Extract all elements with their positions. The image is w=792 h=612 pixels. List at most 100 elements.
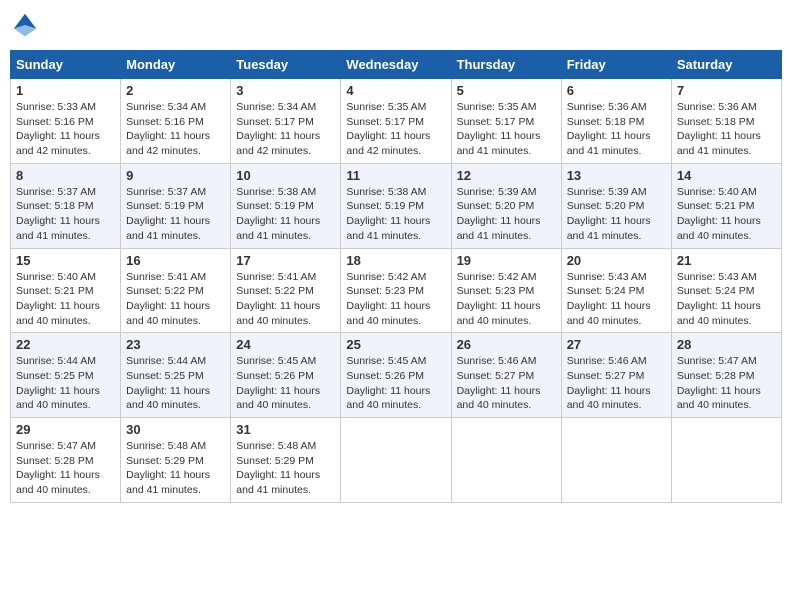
day-info: Sunrise: 5:39 AM Sunset: 5:20 PM Dayligh… <box>457 185 556 244</box>
calendar-cell: 20 Sunrise: 5:43 AM Sunset: 5:24 PM Dayl… <box>561 248 671 333</box>
calendar-week-4: 22 Sunrise: 5:44 AM Sunset: 5:25 PM Dayl… <box>11 333 782 418</box>
calendar-cell: 8 Sunrise: 5:37 AM Sunset: 5:18 PM Dayli… <box>11 163 121 248</box>
sunrise-label: Sunrise: 5:46 AM <box>567 355 647 367</box>
sunset-label: Sunset: 5:27 PM <box>567 370 645 382</box>
sunset-label: Sunset: 5:28 PM <box>677 370 755 382</box>
day-info: Sunrise: 5:40 AM Sunset: 5:21 PM Dayligh… <box>16 270 115 329</box>
daylight-label: Daylight: 11 hours and 41 minutes. <box>677 130 761 157</box>
day-number: 25 <box>346 337 445 352</box>
sunset-label: Sunset: 5:23 PM <box>346 285 424 297</box>
day-info: Sunrise: 5:45 AM Sunset: 5:26 PM Dayligh… <box>346 354 445 413</box>
calendar-cell: 31 Sunrise: 5:48 AM Sunset: 5:29 PM Dayl… <box>231 418 341 503</box>
daylight-label: Daylight: 11 hours and 42 minutes. <box>236 130 320 157</box>
calendar-cell: 5 Sunrise: 5:35 AM Sunset: 5:17 PM Dayli… <box>451 79 561 164</box>
day-info: Sunrise: 5:36 AM Sunset: 5:18 PM Dayligh… <box>567 100 666 159</box>
day-number: 16 <box>126 253 225 268</box>
day-info: Sunrise: 5:44 AM Sunset: 5:25 PM Dayligh… <box>16 354 115 413</box>
daylight-label: Daylight: 11 hours and 40 minutes. <box>126 300 210 327</box>
daylight-label: Daylight: 11 hours and 41 minutes. <box>346 215 430 242</box>
calendar-cell: 6 Sunrise: 5:36 AM Sunset: 5:18 PM Dayli… <box>561 79 671 164</box>
calendar-cell <box>341 418 451 503</box>
day-info: Sunrise: 5:44 AM Sunset: 5:25 PM Dayligh… <box>126 354 225 413</box>
daylight-label: Daylight: 11 hours and 40 minutes. <box>567 385 651 412</box>
day-number: 29 <box>16 422 115 437</box>
sunset-label: Sunset: 5:18 PM <box>567 116 645 128</box>
sunset-label: Sunset: 5:21 PM <box>16 285 94 297</box>
page-header <box>10 10 782 40</box>
daylight-label: Daylight: 11 hours and 42 minutes. <box>16 130 100 157</box>
calendar-cell: 10 Sunrise: 5:38 AM Sunset: 5:19 PM Dayl… <box>231 163 341 248</box>
calendar-cell: 24 Sunrise: 5:45 AM Sunset: 5:26 PM Dayl… <box>231 333 341 418</box>
day-number: 8 <box>16 168 115 183</box>
day-number: 11 <box>346 168 445 183</box>
day-info: Sunrise: 5:43 AM Sunset: 5:24 PM Dayligh… <box>677 270 776 329</box>
sunset-label: Sunset: 5:22 PM <box>126 285 204 297</box>
sunrise-label: Sunrise: 5:38 AM <box>346 186 426 198</box>
sunset-label: Sunset: 5:24 PM <box>567 285 645 297</box>
sunrise-label: Sunrise: 5:35 AM <box>457 101 537 113</box>
sunset-label: Sunset: 5:23 PM <box>457 285 535 297</box>
calendar-cell: 23 Sunrise: 5:44 AM Sunset: 5:25 PM Dayl… <box>121 333 231 418</box>
calendar-cell: 4 Sunrise: 5:35 AM Sunset: 5:17 PM Dayli… <box>341 79 451 164</box>
sunrise-label: Sunrise: 5:39 AM <box>457 186 537 198</box>
day-number: 22 <box>16 337 115 352</box>
day-number: 18 <box>346 253 445 268</box>
calendar-cell: 11 Sunrise: 5:38 AM Sunset: 5:19 PM Dayl… <box>341 163 451 248</box>
calendar-cell: 16 Sunrise: 5:41 AM Sunset: 5:22 PM Dayl… <box>121 248 231 333</box>
logo-icon <box>10 10 40 40</box>
day-number: 17 <box>236 253 335 268</box>
calendar-cell: 26 Sunrise: 5:46 AM Sunset: 5:27 PM Dayl… <box>451 333 561 418</box>
calendar-cell: 3 Sunrise: 5:34 AM Sunset: 5:17 PM Dayli… <box>231 79 341 164</box>
sunrise-label: Sunrise: 5:42 AM <box>457 271 537 283</box>
calendar-week-1: 1 Sunrise: 5:33 AM Sunset: 5:16 PM Dayli… <box>11 79 782 164</box>
calendar-cell: 2 Sunrise: 5:34 AM Sunset: 5:16 PM Dayli… <box>121 79 231 164</box>
day-number: 31 <box>236 422 335 437</box>
day-info: Sunrise: 5:37 AM Sunset: 5:19 PM Dayligh… <box>126 185 225 244</box>
day-number: 19 <box>457 253 556 268</box>
daylight-label: Daylight: 11 hours and 40 minutes. <box>16 385 100 412</box>
sunrise-label: Sunrise: 5:48 AM <box>126 440 206 452</box>
day-info: Sunrise: 5:34 AM Sunset: 5:17 PM Dayligh… <box>236 100 335 159</box>
day-info: Sunrise: 5:42 AM Sunset: 5:23 PM Dayligh… <box>346 270 445 329</box>
calendar-cell: 18 Sunrise: 5:42 AM Sunset: 5:23 PM Dayl… <box>341 248 451 333</box>
day-number: 30 <box>126 422 225 437</box>
day-number: 15 <box>16 253 115 268</box>
daylight-label: Daylight: 11 hours and 42 minutes. <box>346 130 430 157</box>
calendar-cell <box>561 418 671 503</box>
calendar-cell: 15 Sunrise: 5:40 AM Sunset: 5:21 PM Dayl… <box>11 248 121 333</box>
sunrise-label: Sunrise: 5:45 AM <box>236 355 316 367</box>
day-info: Sunrise: 5:45 AM Sunset: 5:26 PM Dayligh… <box>236 354 335 413</box>
calendar-cell: 1 Sunrise: 5:33 AM Sunset: 5:16 PM Dayli… <box>11 79 121 164</box>
calendar-cell: 19 Sunrise: 5:42 AM Sunset: 5:23 PM Dayl… <box>451 248 561 333</box>
sunset-label: Sunset: 5:19 PM <box>236 200 314 212</box>
sunrise-label: Sunrise: 5:40 AM <box>16 271 96 283</box>
calendar-cell: 25 Sunrise: 5:45 AM Sunset: 5:26 PM Dayl… <box>341 333 451 418</box>
day-info: Sunrise: 5:43 AM Sunset: 5:24 PM Dayligh… <box>567 270 666 329</box>
sunset-label: Sunset: 5:17 PM <box>236 116 314 128</box>
sunrise-label: Sunrise: 5:46 AM <box>457 355 537 367</box>
calendar-cell: 17 Sunrise: 5:41 AM Sunset: 5:22 PM Dayl… <box>231 248 341 333</box>
day-number: 9 <box>126 168 225 183</box>
header-thursday: Thursday <box>451 51 561 79</box>
daylight-label: Daylight: 11 hours and 40 minutes. <box>677 385 761 412</box>
sunset-label: Sunset: 5:21 PM <box>677 200 755 212</box>
sunset-label: Sunset: 5:25 PM <box>126 370 204 382</box>
sunrise-label: Sunrise: 5:38 AM <box>236 186 316 198</box>
day-number: 27 <box>567 337 666 352</box>
sunrise-label: Sunrise: 5:36 AM <box>677 101 757 113</box>
daylight-label: Daylight: 11 hours and 41 minutes. <box>567 215 651 242</box>
sunrise-label: Sunrise: 5:43 AM <box>567 271 647 283</box>
day-number: 21 <box>677 253 776 268</box>
header-monday: Monday <box>121 51 231 79</box>
sunset-label: Sunset: 5:17 PM <box>457 116 535 128</box>
header-friday: Friday <box>561 51 671 79</box>
calendar-cell: 9 Sunrise: 5:37 AM Sunset: 5:19 PM Dayli… <box>121 163 231 248</box>
calendar-cell: 28 Sunrise: 5:47 AM Sunset: 5:28 PM Dayl… <box>671 333 781 418</box>
calendar-cell: 22 Sunrise: 5:44 AM Sunset: 5:25 PM Dayl… <box>11 333 121 418</box>
logo <box>10 10 44 40</box>
sunset-label: Sunset: 5:29 PM <box>126 455 204 467</box>
day-info: Sunrise: 5:48 AM Sunset: 5:29 PM Dayligh… <box>236 439 335 498</box>
day-number: 14 <box>677 168 776 183</box>
sunrise-label: Sunrise: 5:40 AM <box>677 186 757 198</box>
day-number: 10 <box>236 168 335 183</box>
